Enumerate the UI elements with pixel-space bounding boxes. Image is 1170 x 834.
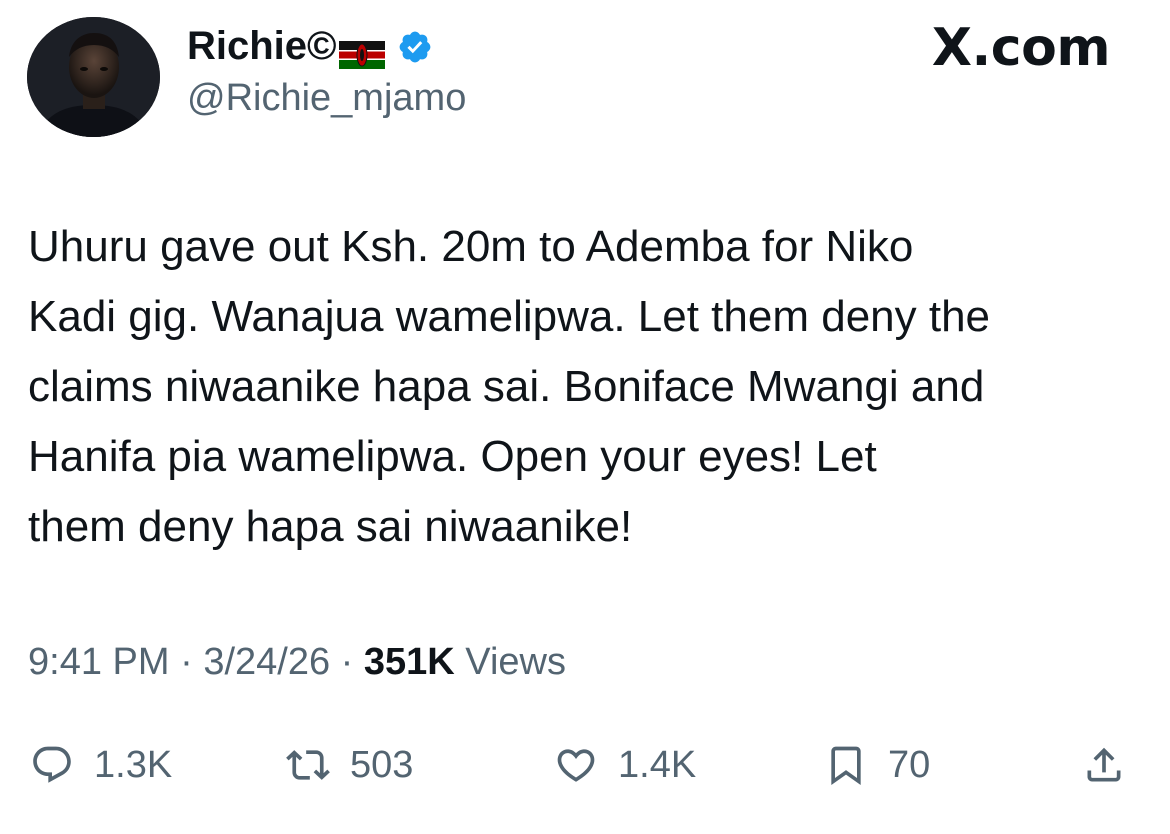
author-name-row[interactable]: Richie© <box>187 22 433 70</box>
author-handle[interactable]: @Richie_mjamo <box>187 74 466 122</box>
avatar[interactable] <box>27 17 160 137</box>
author-display-name[interactable]: Richie© <box>187 22 337 70</box>
tweet-meta: 9:41 PM · 3/24/26 · 351K Views <box>28 636 566 688</box>
retweet-count: 503 <box>350 744 414 786</box>
tweet-time[interactable]: 9:41 PM <box>28 641 170 683</box>
like-count: 1.4K <box>618 744 697 786</box>
meta-separator: · <box>330 641 364 683</box>
tweet-date[interactable]: 3/24/26 <box>203 641 330 683</box>
kenya-flag-icon <box>338 32 385 69</box>
tweet-card: Richie© @Richie_mjamo X.com Uhuru gave o… <box>0 0 1170 834</box>
reply-icon <box>33 746 71 783</box>
reply-count: 1.3K <box>94 744 173 786</box>
share-icon <box>1087 747 1121 782</box>
tweet-text: Uhuru gave out Ksh. 20m to Ademba for Ni… <box>28 222 991 551</box>
views-count: 351K <box>363 641 455 683</box>
views-label: Views <box>454 641 566 683</box>
share-button[interactable] <box>1082 730 1126 800</box>
reply-button[interactable]: 1.3K <box>30 730 172 800</box>
bookmark-icon <box>831 746 861 786</box>
heart-icon <box>557 749 595 782</box>
retweet-icon <box>286 750 330 780</box>
meta-separator: · <box>169 641 204 683</box>
retweet-button[interactable]: 503 <box>286 730 413 800</box>
bookmark-count: 70 <box>888 744 931 786</box>
like-button[interactable]: 1.4K <box>554 730 696 800</box>
bookmark-button[interactable]: 70 <box>824 730 930 800</box>
action-bar: 1.3K 503 1.4K 70 <box>0 730 1170 800</box>
x-logo: X.com <box>931 18 1111 78</box>
verified-badge-icon <box>397 28 433 64</box>
